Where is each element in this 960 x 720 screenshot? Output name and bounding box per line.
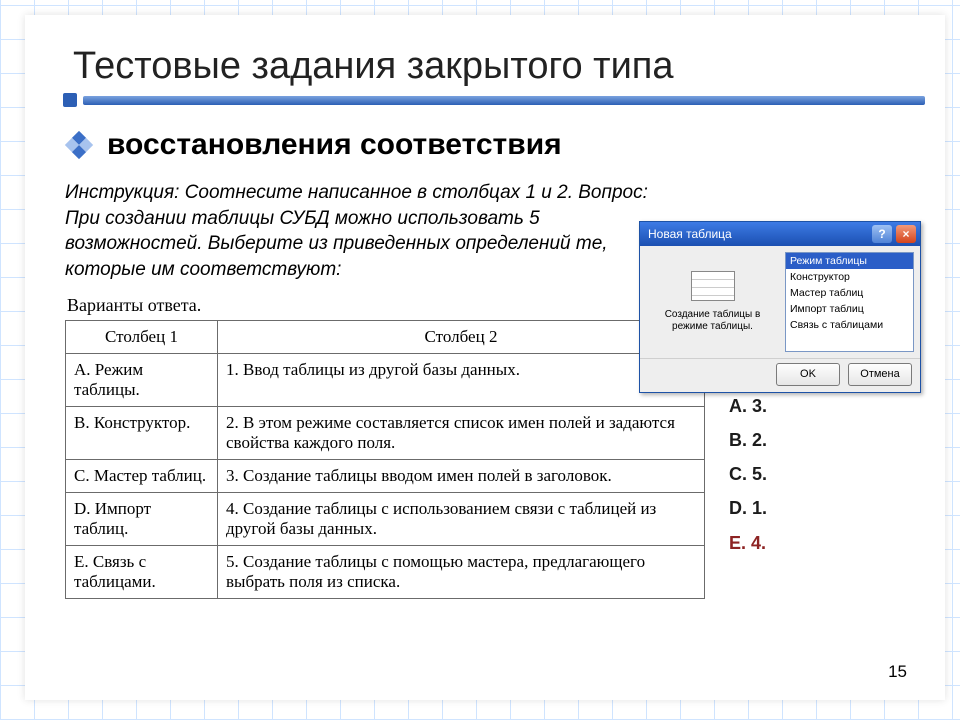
table-row: C. Мастер таблиц.3. Создание таблицы вво… [66,459,705,492]
list-item[interactable]: Конструктор [786,269,913,285]
answers-block: Варианты ответа. Столбец 1 Столбец 2 A. … [65,295,705,599]
dialog-mode-list[interactable]: Режим таблицы Конструктор Мастер таблиц … [785,252,914,352]
answers-table: Столбец 1 Столбец 2 A. Режим таблицы.1. … [65,320,705,599]
table-row: A. Режим таблицы.1. Ввод таблицы из друг… [66,353,705,406]
list-item[interactable]: Мастер таблиц [786,285,913,301]
instruction-text: Инструкция: Соотнесите написанное в стол… [65,180,665,283]
dialog-caption: Создание таблицы в режиме таблицы. [646,309,779,333]
dialog-titlebar[interactable]: Новая таблица ? × [640,222,920,246]
answer-key-item: C. 5. [729,457,787,491]
answers-caption: Варианты ответа. [67,295,705,316]
cancel-button[interactable]: Отмена [848,363,912,386]
table-header-row: Столбец 1 Столбец 2 [66,320,705,353]
close-icon[interactable]: × [896,225,916,243]
list-item[interactable]: Режим таблицы [786,253,913,269]
subtitle: восстановления соответствия [107,128,562,162]
page-title: Тестовые задания закрытого типа [73,45,905,88]
answer-key-item: E. 4. [729,526,787,560]
table-row: E. Связь с таблицами.5. Создание таблицы… [66,545,705,598]
table-row: B. Конструктор.2. В этом режиме составля… [66,406,705,459]
new-table-dialog: Новая таблица ? × Создание таблицы в реж… [639,221,921,393]
dialog-title: Новая таблица [644,227,868,241]
table-row: D. Импорт таблиц.4. Создание таблицы с и… [66,492,705,545]
col2-header: Столбец 2 [218,320,705,353]
slide: Тестовые задания закрытого типа восстано… [25,15,945,700]
ok-button[interactable]: OK [776,363,840,386]
list-item[interactable]: Связь с таблицами [786,317,913,333]
help-icon[interactable]: ? [872,225,892,243]
answer-key-item: B. 2. [729,423,787,457]
table-icon [691,271,735,301]
list-item[interactable]: Импорт таблиц [786,301,913,317]
diamond-bullet-icon [65,131,93,159]
page-number: 15 [888,662,907,682]
col1-header: Столбец 1 [66,320,218,353]
answer-key-item: A. 3. [729,389,787,423]
answer-key-item: D. 1. [729,491,787,525]
subtitle-row: восстановления соответствия [69,128,905,162]
title-rule [65,96,905,106]
dialog-preview-pane: Создание таблицы в режиме таблицы. [640,246,785,358]
